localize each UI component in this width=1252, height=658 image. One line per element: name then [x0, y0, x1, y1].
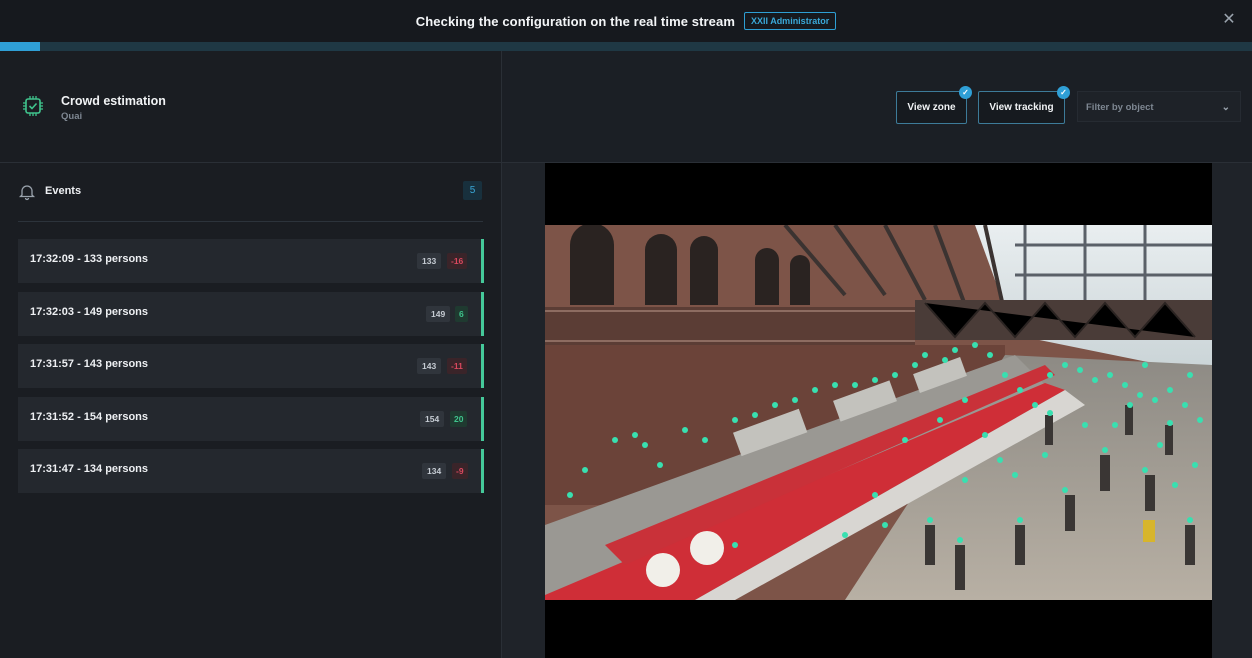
left-panel: Crowd estimation Quai Events 5 17:32:09 …: [0, 51, 502, 658]
event-time-label: 17:31:47 - 134 persons: [30, 463, 149, 475]
event-item[interactable]: 17:31:52 - 154 persons 154 20: [18, 396, 484, 441]
video-area: [502, 163, 1252, 658]
event-delta-badge: 6: [455, 305, 468, 322]
bell-icon: [18, 185, 36, 201]
event-time-label: 17:32:03 - 149 persons: [30, 305, 149, 318]
event-item[interactable]: 17:32:09 - 133 persons 133 -16: [18, 239, 484, 283]
video-stream-image: [545, 225, 1212, 600]
event-delta-badge: -9: [452, 463, 468, 479]
event-count-badge: 133: [417, 253, 442, 269]
events-header: Events 5: [0, 163, 501, 223]
top-bar: Checking the configuration on the real t…: [0, 0, 1252, 42]
event-count-badge: 134: [422, 463, 447, 479]
widget-subtitle: Quai: [61, 111, 83, 122]
chip-check-icon: [23, 96, 43, 116]
video-toolbar: View zone ✓ View tracking ✓ Filter by ob…: [502, 51, 1252, 163]
stream-title: Checking the configuration on the real t…: [415, 13, 736, 29]
events-count-badge: 5: [463, 181, 482, 200]
view-tracking-label: View tracking: [989, 102, 1054, 113]
admin-badge: XXII Administrator: [744, 12, 837, 30]
progress-bar: [0, 42, 1252, 51]
view-tracking-button[interactable]: View tracking ✓: [978, 86, 1070, 124]
divider: [18, 221, 483, 222]
event-delta-badge: -16: [447, 253, 468, 269]
video-player[interactable]: [545, 163, 1212, 658]
check-icon: ✓: [1057, 86, 1070, 99]
event-count-badge: 143: [417, 358, 442, 374]
event-time-label: 17:31:57 - 143 persons: [30, 358, 149, 370]
widget-title: Crowd estimation: [61, 94, 166, 108]
filter-by-object-select[interactable]: Filter by object ⌄: [1077, 91, 1241, 122]
event-count-badge: 154: [420, 410, 445, 427]
event-item[interactable]: 17:31:57 - 143 persons 143 -11: [18, 344, 484, 388]
close-icon[interactable]: ✕: [1220, 11, 1238, 29]
filter-placeholder: Filter by object: [1086, 102, 1154, 113]
event-count-badge: 149: [426, 305, 451, 322]
event-delta-badge: -11: [447, 358, 467, 374]
events-label: Events: [45, 185, 82, 197]
event-item[interactable]: 17:31:47 - 134 persons 134 -9: [18, 449, 484, 493]
widget-header: Crowd estimation Quai: [0, 51, 501, 163]
view-zone-label: View zone: [907, 102, 956, 113]
view-zone-button[interactable]: View zone ✓: [896, 86, 972, 124]
event-time-label: 17:32:09 - 133 persons: [30, 253, 149, 265]
event-list: 17:32:09 - 133 persons 133 -16 17:32:03 …: [18, 239, 484, 502]
progress-fill: [0, 42, 41, 51]
event-time-label: 17:31:52 - 154 persons: [30, 410, 149, 423]
chevron-down-icon: ⌄: [1221, 102, 1230, 113]
event-item[interactable]: 17:32:03 - 149 persons 149 6: [18, 291, 484, 336]
check-icon: ✓: [959, 86, 972, 99]
event-delta-badge: 20: [450, 410, 468, 427]
